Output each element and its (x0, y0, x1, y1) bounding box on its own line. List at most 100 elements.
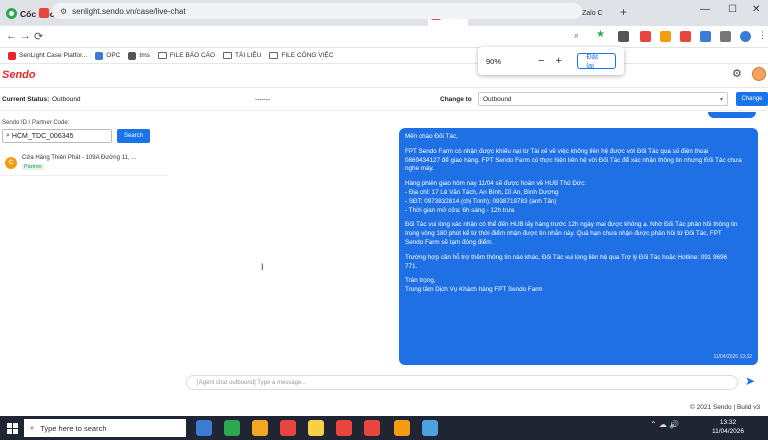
change-status-value: Outbound (483, 95, 512, 103)
sendo-id-label: Sendo ID / Partner Code: (2, 120, 70, 126)
message-line: Sendo Farm sẽ tạm đóng điểm. (405, 238, 494, 246)
close-window-icon[interactable]: ✕ (752, 4, 760, 15)
clock-date: 11/04/2026 (711, 428, 745, 435)
message-line: - Thời gian mở cửa: 6h sáng - 12h trưa (405, 206, 515, 214)
back-icon[interactable]: ← (6, 30, 17, 42)
taskbar-app-icon[interactable] (224, 420, 240, 436)
opc-favicon (95, 51, 104, 60)
bookmark-label: FILE BÁO CÁO (169, 52, 216, 59)
message-bubble: Mến chào Đối Tác, FPT Sendo Farm có nhận … (399, 128, 758, 365)
folder-icon (269, 52, 279, 59)
message-line: 771. (405, 262, 418, 270)
avatar[interactable] (752, 67, 766, 81)
bookmark-label: OPC (106, 52, 121, 59)
taskbar-search-placeholder: Type here to search (40, 423, 107, 433)
gear-icon[interactable]: ⚙ (732, 67, 742, 80)
search-icon: ⌕ (6, 132, 10, 139)
bookmark-item[interactable]: FILE CÔNG VIỆC (269, 52, 333, 59)
partner-search-input[interactable]: ⌕ HCM_TDC_006345 (2, 129, 112, 143)
minimize-icon[interactable]: — (700, 4, 710, 15)
sendo-logo[interactable]: Sendo (2, 69, 36, 81)
bookmark-label: TÀI LIỆU (235, 52, 262, 59)
extension-icon[interactable] (618, 31, 629, 42)
contact-list-item[interactable] (0, 150, 168, 176)
taskbar-app-icon[interactable] (308, 420, 324, 436)
forward-icon[interactable]: → (20, 30, 31, 42)
bookmark-item[interactable]: SenLight Case Platfor... (8, 51, 88, 60)
windows-start-icon[interactable] (7, 423, 18, 434)
maximize-icon[interactable]: ☐ (728, 4, 737, 15)
sendo-favicon (8, 51, 16, 60)
message-line: 0869434127 để giao hàng. FPT Sendo Farm … (405, 156, 742, 164)
bookmark-item[interactable]: TÀI LIỆU (223, 52, 261, 59)
search-value: HCM_TDC_006345 (11, 132, 74, 140)
current-status-label: Current Status: (2, 96, 50, 103)
zoom-icon[interactable]: ⌕ (574, 30, 579, 41)
search-icon: ⌕ (30, 423, 35, 432)
bookmark-star-icon[interactable]: ★ (596, 29, 605, 40)
message-text: Mến chào Đối Tác, FPT Sendo Farm có nhận … (405, 133, 752, 295)
extension-icon[interactable] (660, 31, 671, 42)
taskbar-app-icon[interactable] (422, 420, 438, 436)
bookmark-item[interactable]: tms (128, 51, 150, 60)
bookmarks-bar: SenLight Case Platfor... OPC tms FILE BÁO C… (0, 48, 768, 64)
message-line: nghe máy. (405, 165, 434, 173)
site-info-icon[interactable]: ⚙ (60, 7, 67, 16)
bookmark-label: tms (139, 52, 150, 59)
bookmark-item[interactable]: FILE BÁO CÁO (157, 52, 216, 59)
taskbar-search-input[interactable]: ⌕ Type here to search (24, 419, 186, 437)
zoom-reset-button[interactable]: Đặt lại (577, 52, 616, 70)
taskbar-app-icon[interactable] (196, 420, 212, 436)
taskbar-app-icon[interactable] (336, 420, 352, 436)
taskbar-app-icon[interactable] (364, 420, 380, 436)
message-line: Trân trọng, (405, 277, 436, 285)
clock-time: 13:32 (719, 419, 737, 426)
tab-favicon-icon (39, 8, 49, 18)
contact-avatar: C (5, 157, 17, 169)
zoom-level: 90% (486, 56, 502, 66)
message-line: FPT Sendo Farm có nhận được khiếu nại từ… (405, 147, 709, 155)
message-line: Đối Tác vui lòng xác nhận có thể đến HUB… (405, 221, 738, 229)
bookmark-label: FILE CÔNG VIỆC (281, 52, 334, 59)
partner-badge: Partner (22, 164, 45, 170)
contact-name: Cửa Hàng Thiên Phát - 109A Đường 11, ... (22, 155, 137, 161)
zoom-in-button[interactable]: + (550, 55, 567, 67)
coccoc-logo-icon (6, 8, 17, 19)
message-line: Trường hợp cần hỗ trợ thêm thông tin nào… (405, 253, 727, 261)
new-tab-button[interactable]: + (620, 5, 627, 19)
footer-text: © 2021 Sendo | Build v3 (690, 404, 761, 411)
change-button[interactable]: Change (736, 92, 768, 106)
url-bar[interactable]: ⚙ senlight.sendo.vn/case/live-chat (52, 3, 582, 19)
message-line: Hàng phiên giao hôm nay 11/04 sẽ được ho… (405, 180, 587, 188)
taskbar-clock[interactable]: 13:32 11/04/2026 (708, 418, 748, 436)
taskbar-app-icon[interactable] (280, 420, 296, 436)
taskbar-app-icon[interactable] (394, 420, 410, 436)
address-bar-row (0, 26, 768, 48)
change-status-select[interactable]: Outbound ▾ (478, 92, 728, 106)
previous-message-bubble (708, 112, 756, 118)
bookmark-item[interactable]: OPC (95, 51, 121, 60)
reload-icon[interactable]: ⟳ (34, 30, 43, 43)
send-icon[interactable]: ➤ (745, 374, 755, 388)
zoom-popup: 90% − + Đặt lại (478, 47, 624, 75)
extension-icon[interactable] (700, 31, 711, 42)
profile-icon[interactable] (740, 31, 751, 42)
status-placeholder: ------- (255, 96, 271, 103)
menu-icon[interactable]: ⋮ (758, 30, 767, 41)
chevron-down-icon: ▾ (719, 96, 723, 103)
app-header (0, 64, 768, 88)
message-line: - SĐT: 0973832814 (chị Trinh); 093871978… (405, 197, 557, 205)
extension-icon[interactable] (680, 31, 691, 42)
message-line: - Địa chỉ: 17 Lê Văn Tách, An Bình, Dĩ A… (405, 188, 559, 196)
message-line: Mến chào Đối Tác, (405, 133, 458, 140)
search-button[interactable]: Search (117, 129, 150, 143)
zoom-out-button[interactable]: − (533, 55, 550, 67)
extension-icon[interactable] (720, 31, 731, 42)
bookmark-label: SenLight Case Platfor... (19, 52, 88, 59)
message-timestamp: 11/04/2026 13:32 (713, 354, 752, 361)
message-line: Trung tâm Dịch Vụ Khách hàng FPT Sendo F… (405, 286, 543, 294)
system-tray-icons[interactable]: ⌃ ☁ 🔊 (650, 420, 679, 429)
message-input[interactable]: [Agent chat outbound] Type a message... (186, 375, 738, 390)
extension-icon[interactable] (640, 31, 651, 42)
taskbar-app-icon[interactable] (252, 420, 268, 436)
